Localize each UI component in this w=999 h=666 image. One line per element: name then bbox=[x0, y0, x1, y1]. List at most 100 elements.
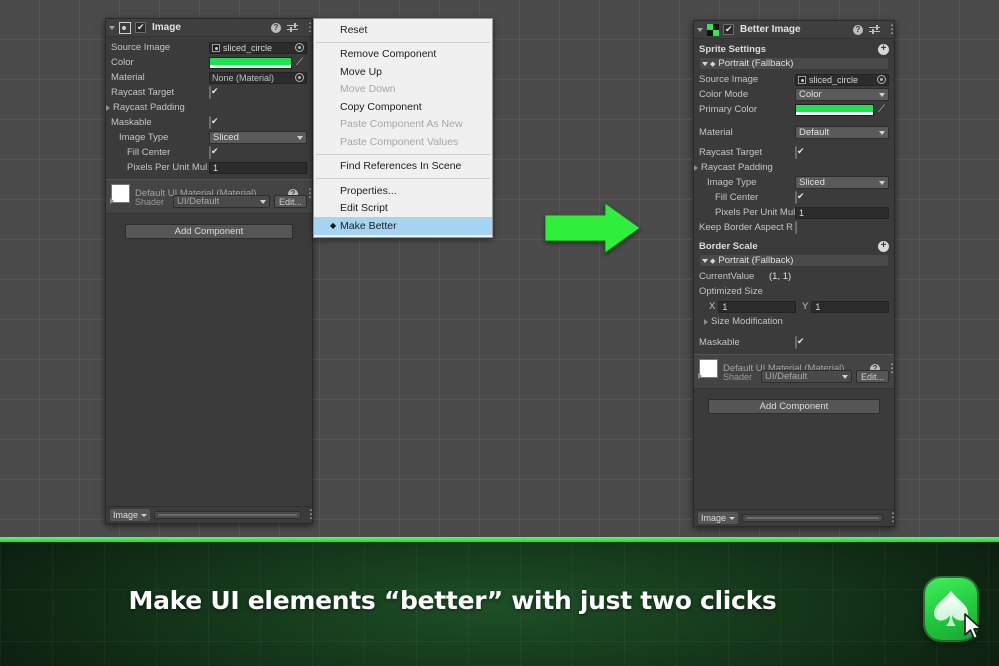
kebab-menu-icon[interactable] bbox=[886, 25, 889, 35]
add-component-button[interactable]: Add Component bbox=[125, 224, 293, 239]
label-color: Color bbox=[111, 57, 134, 68]
edit-shader-button[interactable]: Edit... bbox=[855, 370, 889, 383]
source-image-field[interactable]: sliced_circle bbox=[209, 41, 307, 54]
sprite-settings-title: Sprite Settings bbox=[699, 44, 767, 55]
shader-dropdown[interactable]: UI/Default bbox=[173, 195, 270, 208]
inspector-footer: Image bbox=[694, 509, 894, 526]
component-enabled-checkbox[interactable] bbox=[723, 23, 734, 35]
sprite-thumbnail-icon bbox=[798, 75, 806, 84]
row-source-image: Source Image sliced_circle bbox=[111, 40, 307, 55]
eyedropper-icon[interactable]: ⟋ bbox=[296, 57, 307, 68]
add-component-button[interactable]: Add Component bbox=[708, 399, 880, 414]
color-mode-dropdown[interactable]: Color bbox=[795, 88, 889, 101]
menu-separator bbox=[316, 178, 490, 179]
foldout-arrow-icon[interactable] bbox=[110, 198, 114, 204]
source-image-field[interactable]: sliced_circle bbox=[795, 73, 889, 86]
footer-tag[interactable]: Image bbox=[110, 509, 151, 521]
foldout-arrow-icon[interactable] bbox=[697, 27, 703, 32]
fill-center-checkbox[interactable] bbox=[209, 146, 211, 159]
image-type-dropdown[interactable]: Sliced bbox=[209, 131, 307, 144]
help-icon[interactable]: ? bbox=[271, 22, 281, 33]
image-type-dropdown[interactable]: Sliced bbox=[795, 176, 889, 189]
eyedropper-icon[interactable]: ⟋ bbox=[878, 104, 889, 115]
component-context-menu[interactable]: Reset Remove Component Move Up Move Down… bbox=[313, 18, 493, 238]
object-picker-icon[interactable] bbox=[877, 75, 886, 84]
footer-slider[interactable] bbox=[742, 514, 883, 522]
row-raycast-padding[interactable]: Raycast Padding bbox=[106, 100, 307, 115]
label-raycast-padding: Raycast Padding bbox=[701, 162, 773, 173]
row-raycast-target: Raycast Target bbox=[699, 145, 889, 160]
preset-icon[interactable] bbox=[869, 24, 880, 35]
menu-item-properties[interactable]: Properties... bbox=[314, 182, 492, 200]
menu-item-copy-component[interactable]: Copy Component bbox=[314, 98, 492, 116]
better-image-component-header[interactable]: Better Image ? bbox=[694, 21, 894, 39]
footer-slider[interactable] bbox=[154, 511, 301, 519]
kebab-menu-icon[interactable] bbox=[887, 513, 890, 523]
foldout-arrow-icon[interactable] bbox=[698, 373, 702, 379]
row-color: Color ⟋ bbox=[111, 55, 307, 70]
foldout-arrow-icon[interactable] bbox=[106, 104, 110, 111]
kebab-menu-icon[interactable] bbox=[304, 23, 307, 33]
foldout-arrow-icon[interactable] bbox=[704, 318, 708, 325]
color-swatch[interactable] bbox=[209, 56, 292, 69]
optimized-size-x-input[interactable]: 1 bbox=[718, 300, 796, 313]
menu-item-find-references-in-scene[interactable]: Find References In Scene bbox=[314, 158, 492, 176]
fill-center-checkbox[interactable] bbox=[795, 191, 797, 204]
current-value: (1, 1) bbox=[769, 271, 792, 282]
foldout-arrow-icon[interactable] bbox=[109, 25, 115, 30]
add-sprite-setting-button[interactable]: + bbox=[878, 44, 889, 55]
row-size-modification[interactable]: Size Modification bbox=[699, 314, 889, 329]
menu-item-edit-script[interactable]: Edit Script bbox=[314, 200, 492, 218]
image-type-value: Sliced bbox=[799, 177, 825, 188]
pixels-per-unit-input[interactable]: 1 bbox=[209, 161, 307, 174]
pixels-per-unit-input[interactable]: 1 bbox=[795, 206, 889, 219]
optimized-size-y-input[interactable]: 1 bbox=[811, 300, 889, 313]
component-enabled-checkbox[interactable] bbox=[135, 21, 146, 33]
maskable-checkbox[interactable] bbox=[209, 116, 211, 129]
chevron-down-icon bbox=[297, 135, 303, 140]
image-component-header[interactable]: Image ? bbox=[106, 19, 312, 37]
color-swatch-fill bbox=[210, 57, 291, 65]
material-field[interactable]: None (Material) bbox=[209, 71, 307, 84]
object-picker-icon[interactable] bbox=[295, 73, 304, 82]
row-maskable: Maskable bbox=[699, 335, 889, 350]
raycast-target-checkbox[interactable] bbox=[795, 146, 797, 159]
label-optimized-size: Optimized Size bbox=[699, 286, 763, 297]
source-image-value: sliced_circle bbox=[809, 74, 859, 85]
edit-shader-button[interactable]: Edit... bbox=[273, 195, 307, 208]
footer-tag[interactable]: Image bbox=[698, 512, 739, 524]
better-image-component-icon bbox=[707, 23, 719, 36]
foldout-arrow-icon[interactable] bbox=[702, 258, 708, 263]
shader-dropdown[interactable]: UI/Default bbox=[761, 370, 852, 383]
foldout-arrow-icon[interactable] bbox=[702, 61, 708, 66]
foldout-arrow-icon[interactable] bbox=[694, 164, 698, 171]
sprite-settings-variant-row[interactable]: ◆ Portrait (Fallback) bbox=[699, 57, 889, 70]
source-image-value: sliced_circle bbox=[223, 42, 273, 53]
image-type-value: Sliced bbox=[213, 132, 239, 143]
preset-icon[interactable] bbox=[287, 22, 298, 33]
help-icon[interactable]: ? bbox=[853, 24, 863, 35]
border-scale-variant: Portrait (Fallback) bbox=[718, 255, 794, 266]
border-scale-variant-row[interactable]: ◆ Portrait (Fallback) bbox=[699, 254, 889, 267]
menu-item-move-up[interactable]: Move Up bbox=[314, 63, 492, 81]
primary-color-swatch[interactable] bbox=[795, 103, 874, 116]
material-dropdown[interactable]: Default bbox=[795, 126, 889, 139]
kebab-menu-icon[interactable] bbox=[305, 510, 308, 520]
menu-item-remove-component[interactable]: Remove Component bbox=[314, 46, 492, 64]
add-border-scale-button[interactable]: + bbox=[878, 241, 889, 252]
color-mode-value: Color bbox=[799, 89, 822, 100]
raycast-target-checkbox[interactable] bbox=[209, 86, 211, 99]
maskable-checkbox[interactable] bbox=[795, 336, 797, 349]
menu-item-make-better[interactable]: ◆ Make Better bbox=[314, 217, 492, 235]
row-optimized-size: Optimized Size bbox=[699, 284, 889, 299]
row-raycast-padding[interactable]: Raycast Padding bbox=[694, 160, 889, 175]
row-pixels-per-unit: Pixels Per Unit Mul 1 bbox=[111, 160, 307, 175]
chevron-down-icon bbox=[879, 92, 885, 97]
label-material: Material bbox=[699, 127, 733, 138]
label-image-type: Image Type bbox=[707, 177, 757, 188]
chevron-down-icon bbox=[841, 374, 848, 379]
menu-item-reset[interactable]: Reset bbox=[314, 21, 492, 39]
better-image-component-inspector: Better Image ? Sprite Settings + ◆ Portr… bbox=[693, 20, 895, 527]
object-picker-icon[interactable] bbox=[295, 43, 304, 52]
keep-border-aspect-ratio-checkbox[interactable] bbox=[795, 221, 797, 234]
